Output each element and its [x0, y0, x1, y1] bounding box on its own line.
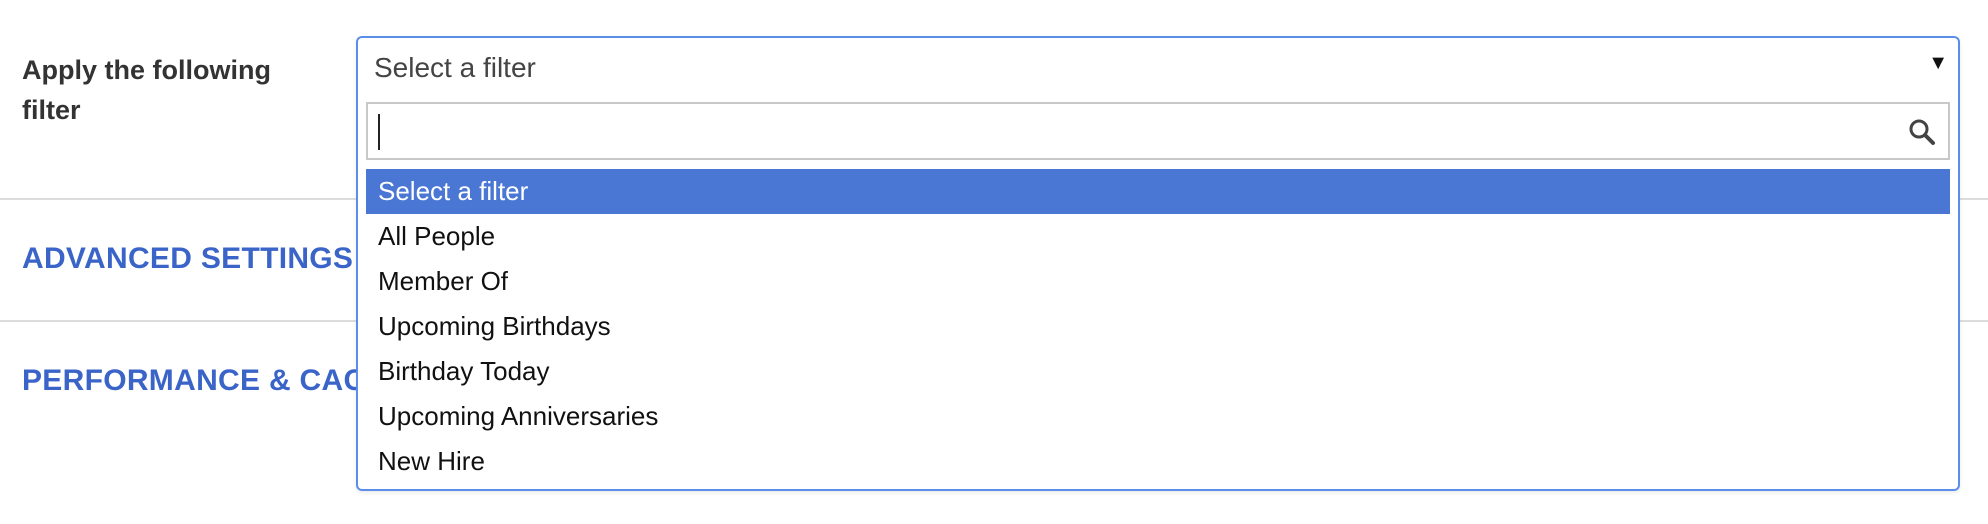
filter-select[interactable]: Select a filter ▼ [358, 38, 1958, 98]
filter-option[interactable]: Birthday Today [366, 349, 1950, 394]
filter-select-dropdown: Select a filter ▼ Select a filter All Pe… [356, 36, 1960, 491]
chevron-down-icon[interactable]: ▼ [1928, 52, 1948, 75]
filter-select-value: Select a filter [374, 52, 536, 83]
filter-option[interactable]: All People [366, 214, 1950, 259]
advanced-settings-heading[interactable]: ADVANCED SETTINGS [22, 242, 353, 276]
filter-option[interactable]: Upcoming Birthdays [366, 304, 1950, 349]
filter-option[interactable]: New Hire [366, 439, 1950, 484]
performance-cache-heading[interactable]: PERFORMANCE & CACHE [22, 364, 408, 398]
search-icon [1909, 119, 1935, 145]
filter-option[interactable]: Member Of [366, 259, 1950, 304]
filter-search-box[interactable] [366, 102, 1950, 160]
filter-search-input[interactable] [378, 110, 1882, 154]
filter-option[interactable]: Upcoming Anniversaries [366, 394, 1950, 439]
filter-label: Apply the following filter [22, 55, 271, 125]
filter-option[interactable]: Select a filter [366, 169, 1950, 214]
filter-options-list: Select a filter All People Member Of Upc… [366, 169, 1950, 484]
text-cursor [378, 114, 380, 150]
